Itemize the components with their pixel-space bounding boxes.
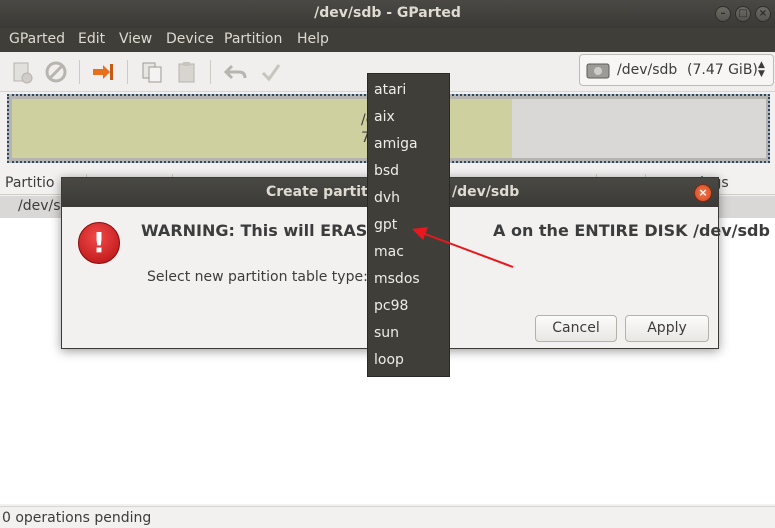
menu-partition[interactable]: Partition: [224, 31, 282, 47]
menu-edit[interactable]: Edit: [78, 31, 105, 47]
option-amiga[interactable]: amiga: [374, 136, 418, 152]
undo-icon[interactable]: [223, 60, 248, 84]
copy-icon[interactable]: [140, 60, 164, 84]
select-type-label: Select new partition table type:: [147, 269, 368, 285]
menubar: GParted Edit View Device Partition Help: [0, 28, 775, 52]
error-icon: !: [78, 222, 120, 264]
warning-message: WARNING: This will ERASE A on the ENTIRE…: [141, 221, 770, 240]
unallocated-block[interactable]: [512, 99, 766, 158]
partition-table-type-list[interactable]: atari aix amiga bsd dvh gpt mac msdos pc…: [367, 73, 450, 377]
harddisk-icon: [586, 63, 610, 79]
resize-move-icon[interactable]: [91, 60, 115, 84]
title-bar: /dev/sdb - GParted – □ ×: [0, 0, 775, 28]
option-atari[interactable]: atari: [374, 82, 406, 98]
apply-button[interactable]: Apply: [625, 315, 709, 342]
spin-arrows-icon: ▲ ▼: [758, 60, 765, 79]
option-bsd[interactable]: bsd: [374, 163, 399, 179]
option-mac[interactable]: mac: [374, 244, 404, 260]
status-bar: 0 operations pending: [0, 506, 775, 528]
device-size: (7.47 GiB): [687, 62, 758, 78]
menu-view[interactable]: View: [119, 31, 152, 47]
close-icon[interactable]: ×: [694, 184, 712, 202]
close-window-icon[interactable]: ×: [755, 6, 771, 22]
option-gpt[interactable]: gpt: [374, 217, 397, 233]
minimize-icon[interactable]: –: [715, 6, 731, 22]
option-dvh[interactable]: dvh: [374, 190, 400, 206]
new-partition-icon[interactable]: [10, 60, 34, 84]
option-aix[interactable]: aix: [374, 109, 395, 125]
cancel-button[interactable]: Cancel: [535, 315, 617, 342]
menu-gparted[interactable]: GParted: [9, 31, 65, 47]
option-msdos[interactable]: msdos: [374, 271, 420, 287]
paste-icon[interactable]: [175, 60, 199, 84]
menu-help[interactable]: Help: [297, 31, 329, 47]
delete-partition-icon[interactable]: [44, 60, 68, 84]
status-text: 0 operations pending: [2, 510, 152, 526]
device-name: /dev/sdb: [617, 62, 678, 78]
window-title: /dev/sdb - GParted: [314, 5, 461, 21]
device-selector[interactable]: /dev/sdb (7.47 GiB) ▲ ▼: [579, 54, 774, 86]
option-sun[interactable]: sun: [374, 325, 399, 341]
menu-device[interactable]: Device: [166, 31, 214, 47]
maximize-icon[interactable]: □: [735, 6, 751, 22]
option-loop[interactable]: loop: [374, 352, 404, 368]
column-partition[interactable]: Partitio: [5, 175, 54, 191]
apply-icon[interactable]: [259, 60, 283, 84]
option-pc98[interactable]: pc98: [374, 298, 408, 314]
